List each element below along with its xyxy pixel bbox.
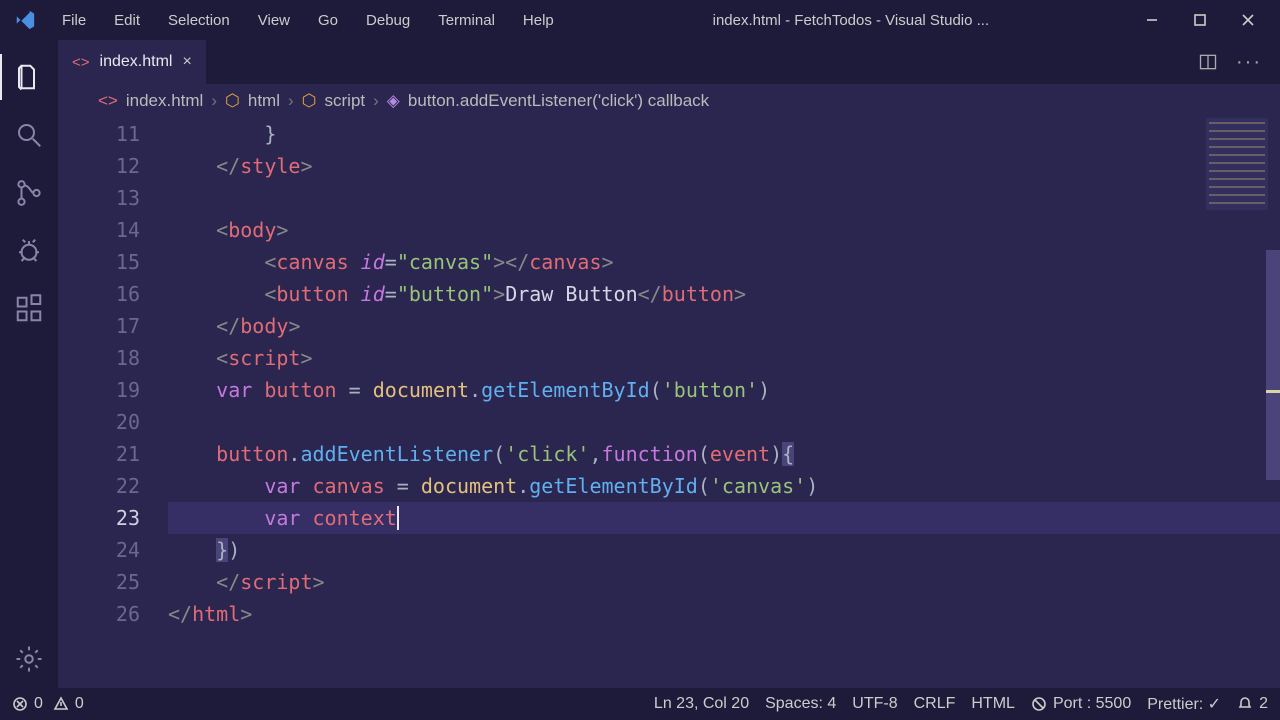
menu-bar: FileEditSelectionViewGoDebugTerminalHelp [50, 8, 566, 33]
code-line[interactable] [168, 182, 1280, 214]
titlebar: FileEditSelectionViewGoDebugTerminalHelp… [0, 0, 1280, 40]
breadcrumb[interactable]: <> index.html › ⬡ html › ⬡ script › ◈ bu… [58, 84, 1280, 118]
menu-selection[interactable]: Selection [156, 8, 242, 33]
source-control-icon[interactable] [0, 164, 58, 222]
code-line[interactable] [168, 406, 1280, 438]
line-number: 18 [58, 342, 140, 374]
line-number: 16 [58, 278, 140, 310]
line-number: 21 [58, 438, 140, 470]
debug-icon[interactable] [0, 222, 58, 280]
breadcrumb-item[interactable]: button.addEventListener('click') callbac… [408, 91, 709, 111]
tab-label: index.html [100, 53, 173, 71]
extensions-icon[interactable] [0, 280, 58, 338]
scroll-marker [1266, 390, 1280, 393]
minimize-button[interactable] [1128, 0, 1176, 40]
breadcrumb-item[interactable]: html [248, 91, 280, 111]
search-icon[interactable] [0, 106, 58, 164]
status-errors[interactable]: 0 [12, 695, 43, 713]
breadcrumb-item[interactable]: script [325, 91, 366, 111]
error-count: 0 [34, 695, 43, 713]
menu-view[interactable]: View [246, 8, 302, 33]
line-number: 17 [58, 310, 140, 342]
chevron-right-icon: › [211, 91, 217, 111]
line-number: 26 [58, 598, 140, 630]
line-number: 14 [58, 214, 140, 246]
code-line[interactable]: var button = document.getElementById('bu… [168, 374, 1280, 406]
menu-file[interactable]: File [50, 8, 98, 33]
window-title: index.html - FetchTodos - Visual Studio … [566, 12, 1128, 29]
status-notifications[interactable]: 2 [1237, 695, 1268, 713]
line-number: 23 [58, 502, 140, 534]
code-line[interactable]: button.addEventListener('click',function… [168, 438, 1280, 470]
editor-tabs: <> index.html × ··· [58, 40, 1280, 84]
line-number: 11 [58, 118, 140, 150]
line-number: 15 [58, 246, 140, 278]
line-number: 22 [58, 470, 140, 502]
minimap[interactable] [1206, 118, 1268, 210]
line-number: 19 [58, 374, 140, 406]
code-line[interactable]: <body> [168, 214, 1280, 246]
code-editor[interactable]: 11121314151617181920212223242526 } </sty… [58, 118, 1280, 688]
chevron-right-icon: › [288, 91, 294, 111]
line-number: 12 [58, 150, 140, 182]
menu-edit[interactable]: Edit [102, 8, 152, 33]
warning-count: 0 [75, 695, 84, 713]
status-prettier[interactable]: Prettier: ✓ [1147, 694, 1221, 714]
port-label: Port : 5500 [1053, 695, 1131, 713]
status-bar: 0 0 Ln 23, Col 20 Spaces: 4 UTF-8 CRLF H… [0, 688, 1280, 720]
code-line[interactable]: </body> [168, 310, 1280, 342]
close-button[interactable] [1224, 0, 1272, 40]
code-line[interactable]: <canvas id="canvas"></canvas> [168, 246, 1280, 278]
line-gutter: 11121314151617181920212223242526 [58, 118, 168, 688]
chevron-right-icon: › [373, 91, 379, 111]
code-line[interactable]: } [168, 118, 1280, 150]
window-controls [1128, 0, 1272, 40]
code-line[interactable]: <script> [168, 342, 1280, 374]
breadcrumb-item[interactable]: index.html [126, 91, 203, 111]
status-encoding[interactable]: UTF-8 [852, 695, 897, 713]
code-line[interactable]: </html> [168, 598, 1280, 630]
code-line[interactable]: var canvas = document.getElementById('ca… [168, 470, 1280, 502]
status-live-server[interactable]: Port : 5500 [1031, 695, 1131, 713]
scrollbar[interactable] [1266, 250, 1280, 480]
menu-terminal[interactable]: Terminal [426, 8, 507, 33]
tab-close-icon[interactable]: × [182, 53, 191, 71]
menu-go[interactable]: Go [306, 8, 350, 33]
activity-bar [0, 40, 58, 688]
settings-gear-icon[interactable] [0, 630, 58, 688]
status-language[interactable]: HTML [971, 695, 1015, 713]
editor-area: <> index.html × ··· <> index.html › ⬡ ht… [58, 40, 1280, 688]
code-line[interactable]: </script> [168, 566, 1280, 598]
method-icon: ◈ [387, 91, 400, 111]
tab-index-html[interactable]: <> index.html × [58, 40, 207, 84]
symbol-icon: ⬡ [225, 91, 240, 111]
code-line[interactable]: </style> [168, 150, 1280, 182]
status-warnings[interactable]: 0 [53, 695, 84, 713]
code-line[interactable]: var context [168, 502, 1280, 534]
explorer-icon[interactable] [0, 48, 58, 106]
line-number: 25 [58, 566, 140, 598]
status-cursor-position[interactable]: Ln 23, Col 20 [654, 695, 749, 713]
symbol-icon: ⬡ [302, 91, 317, 111]
more-actions-icon[interactable]: ··· [1236, 51, 1262, 74]
main-area: <> index.html × ··· <> index.html › ⬡ ht… [0, 40, 1280, 688]
vscode-logo-icon [14, 9, 36, 31]
code-line[interactable]: <button id="button">Draw Button</button> [168, 278, 1280, 310]
menu-help[interactable]: Help [511, 8, 566, 33]
code-line[interactable]: }) [168, 534, 1280, 566]
notification-count: 2 [1259, 695, 1268, 713]
line-number: 13 [58, 182, 140, 214]
maximize-button[interactable] [1176, 0, 1224, 40]
status-indentation[interactable]: Spaces: 4 [765, 695, 836, 713]
line-number: 24 [58, 534, 140, 566]
menu-debug[interactable]: Debug [354, 8, 422, 33]
html-file-icon: <> [72, 54, 90, 71]
split-editor-icon[interactable] [1198, 52, 1218, 72]
code-content[interactable]: } </style> <body> <canvas id="canvas"></… [168, 118, 1280, 688]
status-eol[interactable]: CRLF [914, 695, 956, 713]
line-number: 20 [58, 406, 140, 438]
html-file-icon: <> [98, 91, 118, 111]
